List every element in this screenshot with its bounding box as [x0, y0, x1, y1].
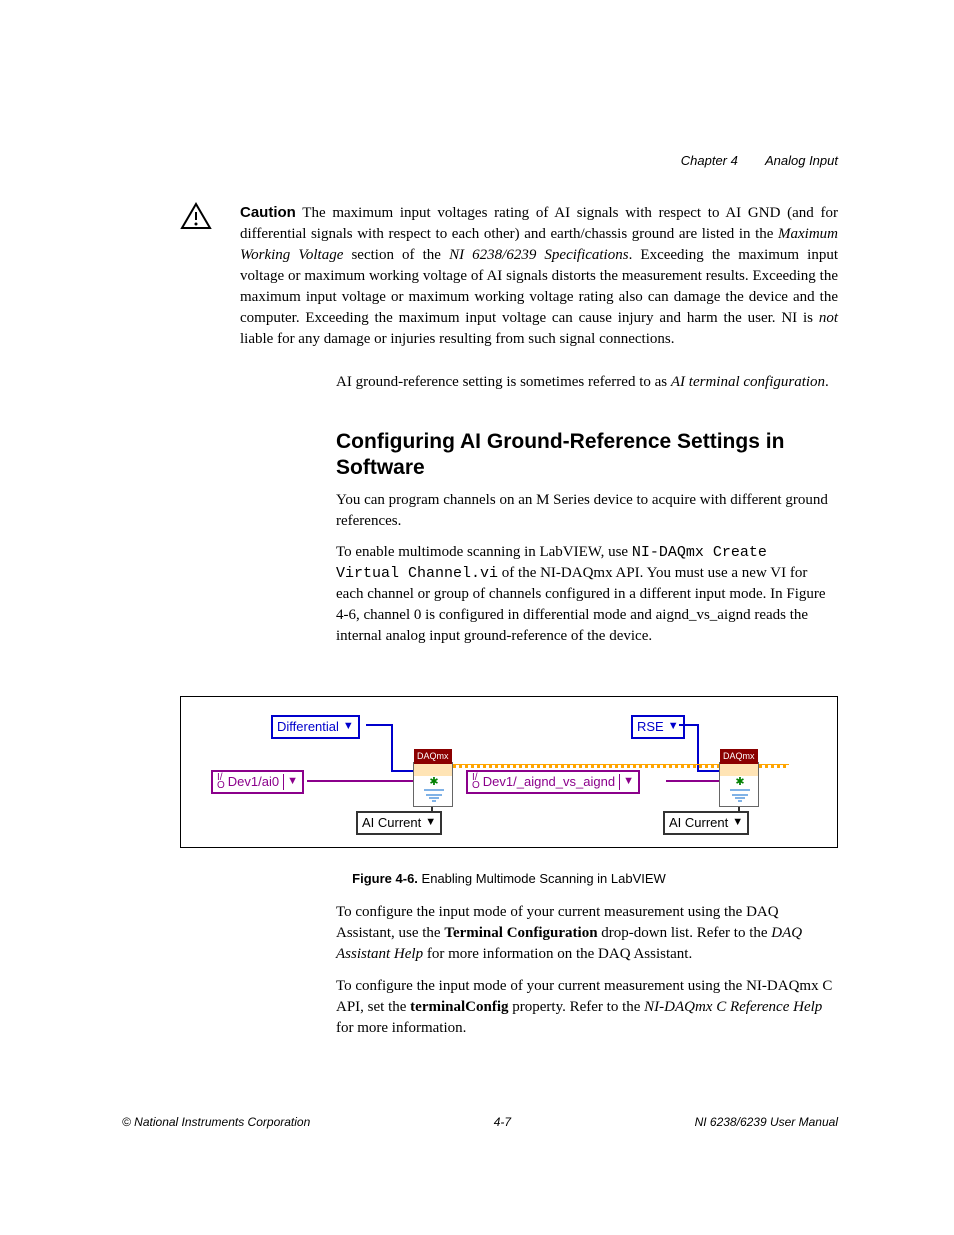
wire [391, 724, 393, 772]
para3-t1: To enable multimode scanning in LabVIEW,… [336, 544, 632, 560]
figure-label: Figure 4-6. [352, 871, 418, 886]
triangle-icon: ▼ [283, 774, 298, 789]
figure-caption: Figure 4-6. Enabling Multimode Scanning … [180, 870, 838, 888]
io-icon: I/O [472, 774, 480, 790]
section-heading: Configuring AI Ground-Reference Settings… [336, 429, 838, 482]
para4-t2: Terminal Configuration [444, 925, 597, 941]
daqmx-node-1: DAQmx ✱ [413, 762, 453, 807]
para5-t4: NI-DAQmx C Reference Help [644, 999, 822, 1015]
figure-4-6: Differential ▼ RSE ▼ I/O Dev1/ai0 ▼ I/O Dev… [180, 696, 838, 848]
channel-dev1-ai0: I/O Dev1/ai0 ▼ [211, 770, 304, 794]
para1-t2: AI terminal configuration [671, 374, 825, 390]
page-header: Chapter 4 Analog Input [681, 152, 838, 170]
paragraph-terminal-config: AI ground-reference setting is sometimes… [336, 372, 838, 393]
channel-dev1-ai0-label: Dev1/ai0 [228, 773, 279, 791]
channel-dev1-aignd: I/O Dev1/_aignd_vs_aignd ▼ [466, 770, 640, 794]
para1-t3: . [825, 374, 829, 390]
wire [307, 780, 413, 782]
wire [391, 770, 413, 772]
para4-t5: for more information on the DAQ Assistan… [423, 946, 692, 962]
caution-p1: The maximum input voltages rating of AI … [240, 205, 838, 242]
triangle-icon: ▼ [343, 719, 354, 734]
dropdown-ai-current-2: AI Current ▼ [663, 811, 749, 835]
para1-t1: AI ground-reference setting is sometimes… [336, 374, 671, 390]
paragraph-multimode: To enable multimode scanning in LabVIEW,… [336, 542, 838, 647]
dropdown-rse-label: RSE [637, 718, 664, 736]
channel-dev1-aignd-label: Dev1/_aignd_vs_aignd [483, 773, 615, 791]
svg-text:✱: ✱ [735, 776, 744, 788]
data-wire [453, 764, 719, 768]
dropdown-ai-current-1-label: AI Current [362, 814, 421, 832]
footer-manual-title: NI 6238/6239 User Manual [695, 1114, 838, 1131]
io-icon: I/O [217, 774, 225, 790]
chapter-title: Analog Input [765, 153, 838, 168]
paragraph-c-api: To configure the input mode of your curr… [336, 976, 838, 1039]
footer-page-number: 4-7 [494, 1114, 511, 1131]
triangle-icon: ▼ [668, 719, 679, 734]
caution-block: Caution The maximum input voltages ratin… [180, 202, 838, 350]
wire [666, 780, 719, 782]
figure-caption-text: Enabling Multimode Scanning in LabVIEW [422, 871, 666, 886]
caution-icon [180, 202, 212, 232]
svg-text:✱: ✱ [429, 776, 438, 788]
wire [697, 770, 719, 772]
dropdown-ai-current-2-label: AI Current [669, 814, 728, 832]
labview-diagram: Differential ▼ RSE ▼ I/O Dev1/ai0 ▼ I/O Dev… [211, 715, 807, 829]
wire [366, 724, 393, 726]
chapter-label: Chapter 4 [681, 153, 738, 168]
caution-p3: section of the [343, 247, 449, 263]
page-footer: © National Instruments Corporation 4-7 N… [122, 1114, 838, 1131]
daqmx-label: DAQmx [414, 749, 452, 764]
caution-p4: NI 6238/6239 Specifications [449, 247, 629, 263]
wire [431, 807, 433, 813]
paragraph-program-channels: You can program channels on an M Series … [336, 490, 838, 532]
para5-t3: property. Refer to the [509, 999, 645, 1015]
footer-copyright: © National Instruments Corporation [122, 1114, 310, 1131]
triangle-icon: ▼ [619, 774, 634, 789]
triangle-icon: ▼ [732, 815, 743, 830]
para5-t2: terminalConfig [410, 999, 508, 1015]
para5-t5: for more information. [336, 1020, 466, 1036]
dropdown-differential: Differential ▼ [271, 715, 360, 739]
triangle-icon: ▼ [425, 815, 436, 830]
caution-p7: liable for any damage or injuries result… [240, 331, 674, 347]
caution-text: Caution The maximum input voltages ratin… [240, 202, 838, 350]
caution-label: Caution [240, 204, 296, 221]
dropdown-differential-label: Differential [277, 718, 339, 736]
wire [679, 724, 699, 726]
wire [738, 807, 740, 813]
dropdown-rse: RSE ▼ [631, 715, 685, 739]
daqmx-label: DAQmx [720, 749, 758, 764]
data-wire [759, 764, 789, 768]
paragraph-daq-assistant: To configure the input mode of your curr… [336, 902, 838, 965]
daqmx-node-2: DAQmx ✱ [719, 762, 759, 807]
para4-t3: drop-down list. Refer to the [598, 925, 772, 941]
dropdown-ai-current-1: AI Current ▼ [356, 811, 442, 835]
caution-p6: not [819, 310, 838, 326]
